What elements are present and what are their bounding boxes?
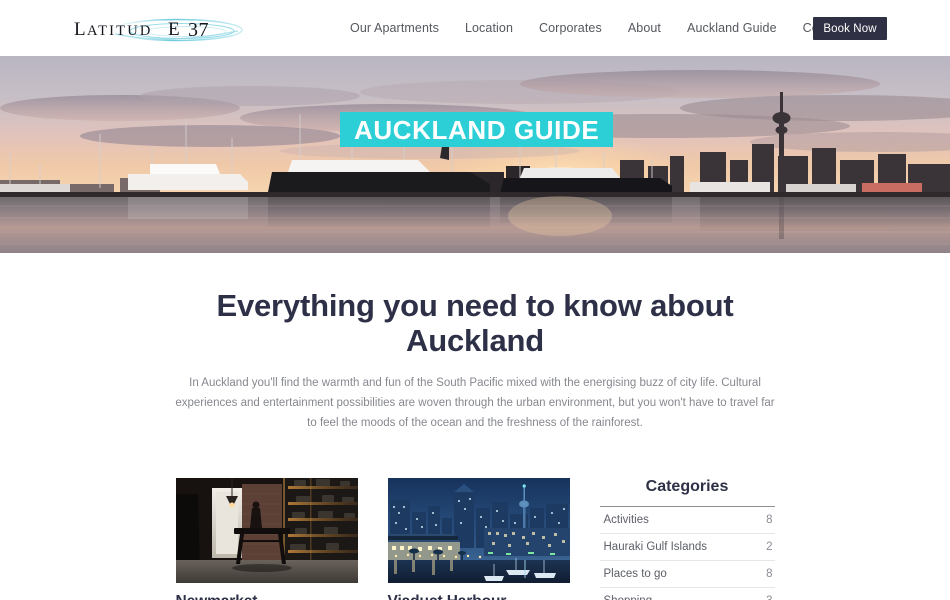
category-count: 3 [766,595,772,600]
viaduct-harbour-night-image [387,477,570,583]
nav-item-location[interactable]: Location [452,21,526,35]
svg-text:ATITUD: ATITUD [87,23,153,39]
hero-banner: AUCKLAND GUIDE [0,56,950,253]
svg-text:L: L [74,19,87,40]
category-item-hauraki-gulf-islands[interactable]: Hauraki Gulf Islands 2 [599,534,775,561]
nav-item-about[interactable]: About [615,21,674,35]
page-title: Everything you need to know about Auckla… [216,288,734,358]
category-item-places-to-go[interactable]: Places to go 8 [599,561,775,588]
category-count: 8 [766,513,773,526]
category-count: 8 [766,567,773,580]
intro-paragraph: In Auckland you'll find the warmth and f… [175,377,775,429]
article-thumbnail-newmarket[interactable] [175,477,358,583]
hero-title: AUCKLAND GUIDE [354,114,600,145]
article-title-viaduct-harbour: Viaduct Harbour [388,593,570,600]
main-navigation: Our Apartments Location Corporates About… [350,0,879,56]
svg-text:37: 37 [188,19,209,41]
site-logo[interactable]: L ATITUD E 37 [70,11,270,45]
nav-item-auckland-guide[interactable]: Auckland Guide [674,21,790,35]
nav-item-our-apartments[interactable]: Our Apartments [350,21,452,35]
nav-item-corporates[interactable]: Corporates [526,21,615,35]
svg-text:E: E [168,19,181,40]
article-card-list: Newmarket Voted four times 'Best Shoppin… [175,477,570,600]
category-item-activities[interactable]: Activities 8 [599,507,775,534]
book-now-button[interactable]: Book Now [813,17,887,40]
categories-heading: Categories [645,477,729,495]
category-count: 2 [766,540,773,553]
categories-list: Activities 8 Hauraki Gulf Islands 2 Plac… [599,507,775,600]
category-label: Places to go [603,567,667,580]
article-card-newmarket[interactable]: Newmarket Voted four times 'Best Shoppin… [175,477,358,600]
article-thumbnail-viaduct-harbour[interactable] [387,477,570,583]
boutique-interior-image [175,477,358,583]
category-item-shopping[interactable]: Shopping 3 [600,588,775,600]
logo-mark: L ATITUD E 37 [74,18,243,42]
intro-section: Everything you need to know about Auckla… [0,253,950,434]
category-label: Shopping [604,595,653,600]
content-section: Newmarket Voted four times 'Best Shoppin… [0,434,950,600]
category-label: Hauraki Gulf Islands [603,540,708,553]
article-card-viaduct-harbour[interactable]: Viaduct Harbour Explore the vibrant Viad… [387,477,570,600]
hero-image [0,56,950,253]
article-title-newmarket: Newmarket [176,593,358,600]
categories-sidebar: Categories Activities 8 Hauraki Gulf Isl… [599,477,775,600]
site-header: L ATITUD E 37 Our Apartments Location Co… [0,0,950,56]
hero-title-band: AUCKLAND GUIDE [340,112,614,147]
category-label: Activities [603,513,649,526]
